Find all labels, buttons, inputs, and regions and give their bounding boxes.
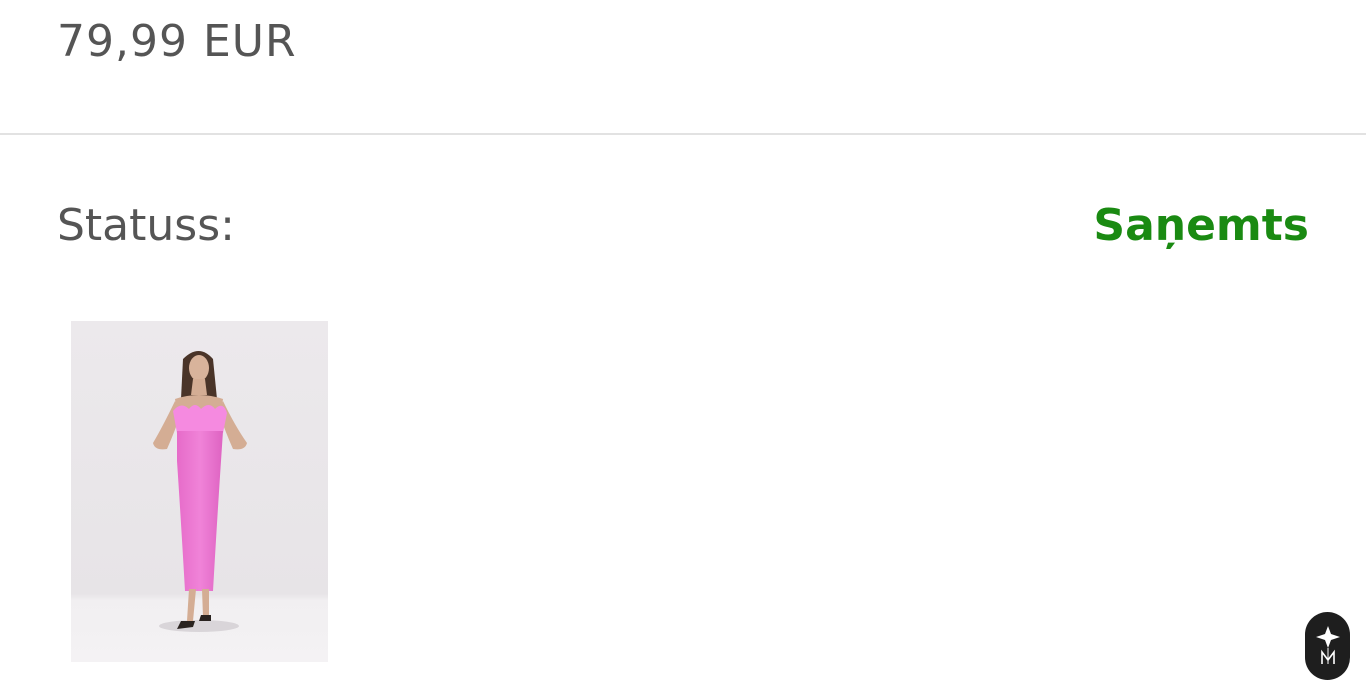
order-detail-page: 79,99 EUR Statuss: Saņemts bbox=[0, 0, 1366, 696]
brand-logo-icon bbox=[1315, 626, 1340, 664]
status-value: Saņemts bbox=[1093, 200, 1309, 251]
status-label: Statuss: bbox=[57, 200, 235, 251]
product-image[interactable] bbox=[71, 321, 328, 662]
floating-widget-button[interactable] bbox=[1305, 612, 1350, 680]
divider bbox=[0, 133, 1366, 135]
order-price: 79,99 EUR bbox=[57, 16, 297, 67]
